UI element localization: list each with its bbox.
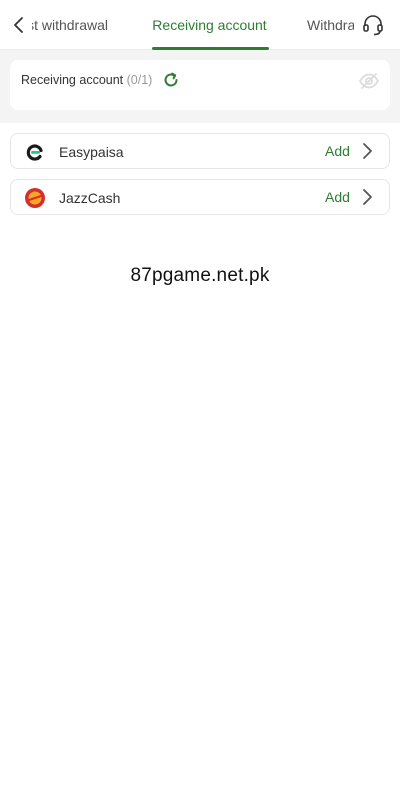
payment-method-name: JazzCash (59, 190, 121, 206)
add-easypaisa-link[interactable]: Add (325, 143, 350, 159)
add-jazzcash-link[interactable]: Add (325, 189, 350, 205)
tab-receiving-account[interactable]: Receiving account (142, 0, 277, 50)
chevron-right-icon (363, 189, 372, 205)
payment-method-easypaisa[interactable]: Easypaisa Add (10, 133, 390, 169)
tab-fast-withdrawal[interactable]: st withdrawal (32, 0, 112, 50)
eye-off-icon[interactable] (358, 70, 380, 92)
easypaisa-logo (25, 142, 45, 162)
chevron-right-icon (363, 143, 372, 159)
account-count: (0/1) (126, 73, 153, 87)
refresh-icon[interactable] (162, 71, 180, 89)
top-bar: st withdrawal Receiving account Withdraw… (0, 0, 400, 50)
site-watermark: 87pgame.net.pk (130, 265, 270, 286)
customer-support-button[interactable] (360, 12, 386, 38)
tab-bar: st withdrawal Receiving account Withdraw… (32, 0, 354, 50)
tab-withdrawal-records[interactable]: Withdrawal F (277, 0, 354, 50)
chevron-left-icon (14, 17, 23, 33)
jazzcash-logo (25, 188, 45, 208)
receiving-account-label: Receiving account (21, 73, 124, 87)
receiving-account-card: Receiving account (0/1) (10, 60, 390, 110)
payment-method-jazzcash[interactable]: JazzCash Add (10, 179, 390, 215)
headset-icon (363, 15, 383, 36)
receiving-account-title: Receiving account (0/1) (21, 73, 152, 87)
payment-method-name: Easypaisa (59, 144, 124, 160)
back-button[interactable] (6, 12, 32, 38)
